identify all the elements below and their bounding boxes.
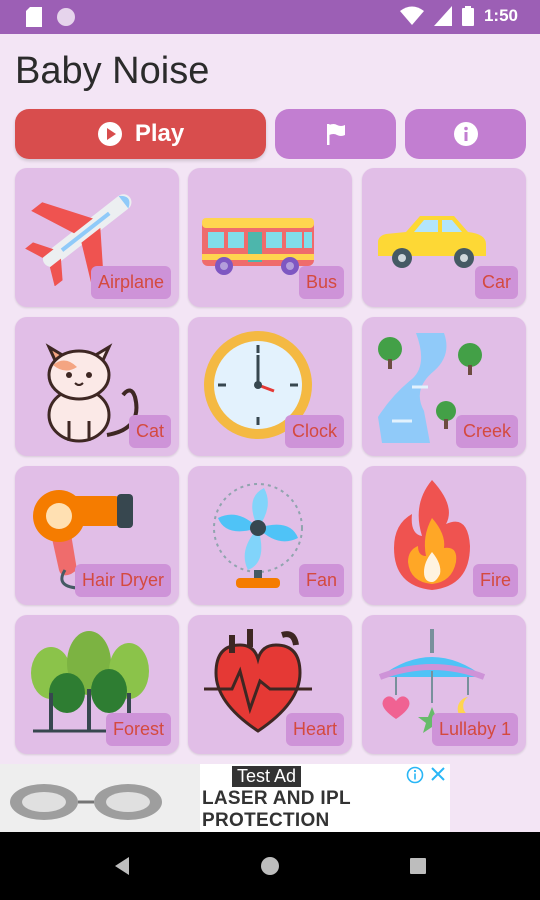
ad-banner[interactable]: Test Ad LASER AND IPL PROTECTION bbox=[0, 764, 450, 832]
tile-airplane[interactable]: Airplane bbox=[15, 168, 179, 307]
tile-creek[interactable]: Creek bbox=[362, 317, 526, 456]
back-icon[interactable] bbox=[112, 855, 132, 877]
tile-label: Clock bbox=[284, 415, 344, 448]
tile-label: Bus bbox=[298, 266, 344, 299]
circle-notification-icon bbox=[57, 8, 75, 26]
tile-car[interactable]: Car bbox=[362, 168, 526, 307]
info-icon bbox=[453, 122, 478, 146]
tile-label: Fan bbox=[298, 564, 344, 597]
ad-tag: Test Ad bbox=[232, 766, 302, 787]
cat-icon bbox=[45, 343, 139, 443]
battery-icon bbox=[461, 6, 474, 26]
play-icon bbox=[97, 122, 122, 146]
tile-heart[interactable]: Heart bbox=[188, 615, 352, 754]
tile-forest[interactable]: Forest bbox=[15, 615, 179, 754]
tile-label: Car bbox=[474, 266, 518, 299]
tile-label: Cat bbox=[128, 415, 171, 448]
tile-label: Forest bbox=[105, 713, 171, 746]
tile-clock[interactable]: Clock bbox=[188, 317, 352, 456]
page-title: Baby Noise bbox=[15, 50, 210, 92]
flag-icon bbox=[326, 124, 345, 145]
signal-icon bbox=[433, 6, 452, 26]
sound-grid: Airplane Bus Car Cat Clock Creek Hair Dr… bbox=[15, 168, 526, 754]
tile-label: Fire bbox=[473, 564, 518, 597]
recents-icon[interactable] bbox=[408, 856, 428, 876]
tile-fire[interactable]: Fire bbox=[362, 466, 526, 605]
home-icon[interactable] bbox=[259, 855, 281, 877]
tile-label: Lullaby 1 bbox=[431, 713, 518, 746]
tile-lullaby-1[interactable]: Lullaby 1 bbox=[362, 615, 526, 754]
status-time: 1:50 bbox=[483, 6, 518, 25]
tile-label: Hair Dryer bbox=[74, 564, 171, 597]
car-icon bbox=[378, 216, 486, 268]
status-bar: 1:50 bbox=[0, 0, 540, 34]
info-button[interactable] bbox=[405, 109, 526, 159]
navigation-bar bbox=[0, 832, 540, 900]
flag-button[interactable] bbox=[275, 109, 396, 159]
play-button-label: Play bbox=[134, 120, 185, 147]
ad-choices-icon[interactable] bbox=[406, 766, 424, 784]
tile-label: Creek bbox=[455, 415, 518, 448]
ad-headline[interactable]: LASER AND IPL PROTECTION bbox=[202, 788, 450, 832]
tile-label: Heart bbox=[285, 713, 344, 746]
tile-bus[interactable]: Bus bbox=[188, 168, 352, 307]
ad-close-icon[interactable] bbox=[430, 766, 446, 782]
tile-hair-dryer[interactable]: Hair Dryer bbox=[15, 466, 179, 605]
sd-card-icon bbox=[26, 7, 42, 27]
ad-image bbox=[0, 764, 200, 832]
tile-cat[interactable]: Cat bbox=[15, 317, 179, 456]
tile-label: Airplane bbox=[90, 266, 171, 299]
play-button[interactable]: Play bbox=[15, 109, 266, 159]
tile-fan[interactable]: Fan bbox=[188, 466, 352, 605]
wifi-icon bbox=[399, 6, 424, 25]
